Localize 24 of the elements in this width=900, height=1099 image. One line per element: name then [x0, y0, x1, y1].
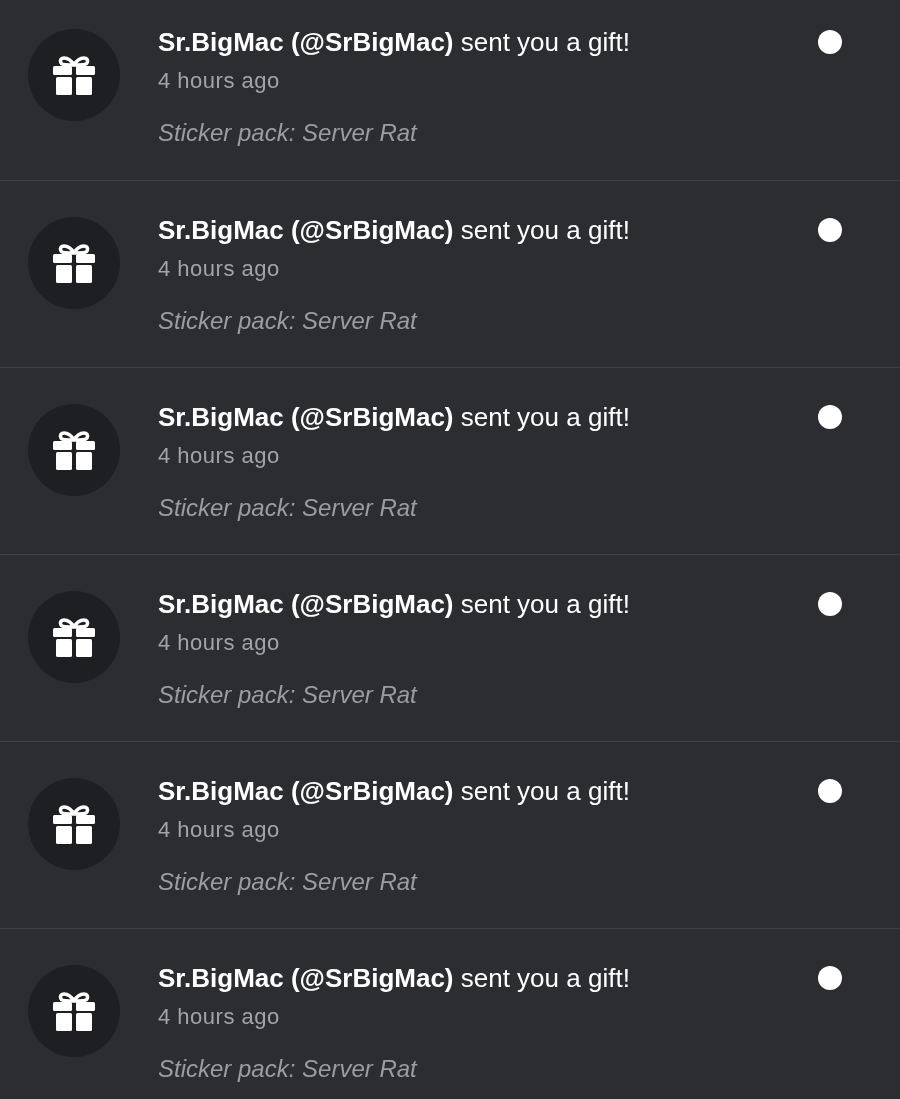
gift-detail: Sticker pack: Server Rat	[158, 493, 417, 523]
timestamp: 4 hours ago	[158, 1003, 280, 1031]
gift-detail: Sticker pack: Server Rat	[158, 680, 417, 710]
notification-title: Sr.BigMac (@SrBigMac) sent you a gift!	[158, 214, 630, 246]
gift-icon	[52, 55, 96, 95]
timestamp: 4 hours ago	[158, 255, 280, 283]
notification-title: Sr.BigMac (@SrBigMac) sent you a gift!	[158, 775, 630, 807]
notification-title: Sr.BigMac (@SrBigMac) sent you a gift!	[158, 588, 630, 620]
notification-title: Sr.BigMac (@SrBigMac) sent you a gift!	[158, 962, 630, 994]
gift-icon	[52, 617, 96, 657]
timestamp: 4 hours ago	[158, 67, 280, 95]
gift-detail: Sticker pack: Server Rat	[158, 867, 417, 897]
timestamp: 4 hours ago	[158, 629, 280, 657]
gift-detail: Sticker pack: Server Rat	[158, 1054, 417, 1084]
gift-icon	[52, 804, 96, 844]
timestamp: 4 hours ago	[158, 442, 280, 470]
gift-icon	[52, 991, 96, 1031]
gift-detail: Sticker pack: Server Rat	[158, 306, 417, 336]
gift-icon	[52, 430, 96, 470]
gift-icon	[52, 243, 96, 283]
gift-detail: Sticker pack: Server Rat	[158, 118, 417, 148]
notification-title: Sr.BigMac (@SrBigMac) sent you a gift!	[158, 401, 630, 433]
notification-title: Sr.BigMac (@SrBigMac) sent you a gift!	[158, 26, 630, 58]
timestamp: 4 hours ago	[158, 816, 280, 844]
